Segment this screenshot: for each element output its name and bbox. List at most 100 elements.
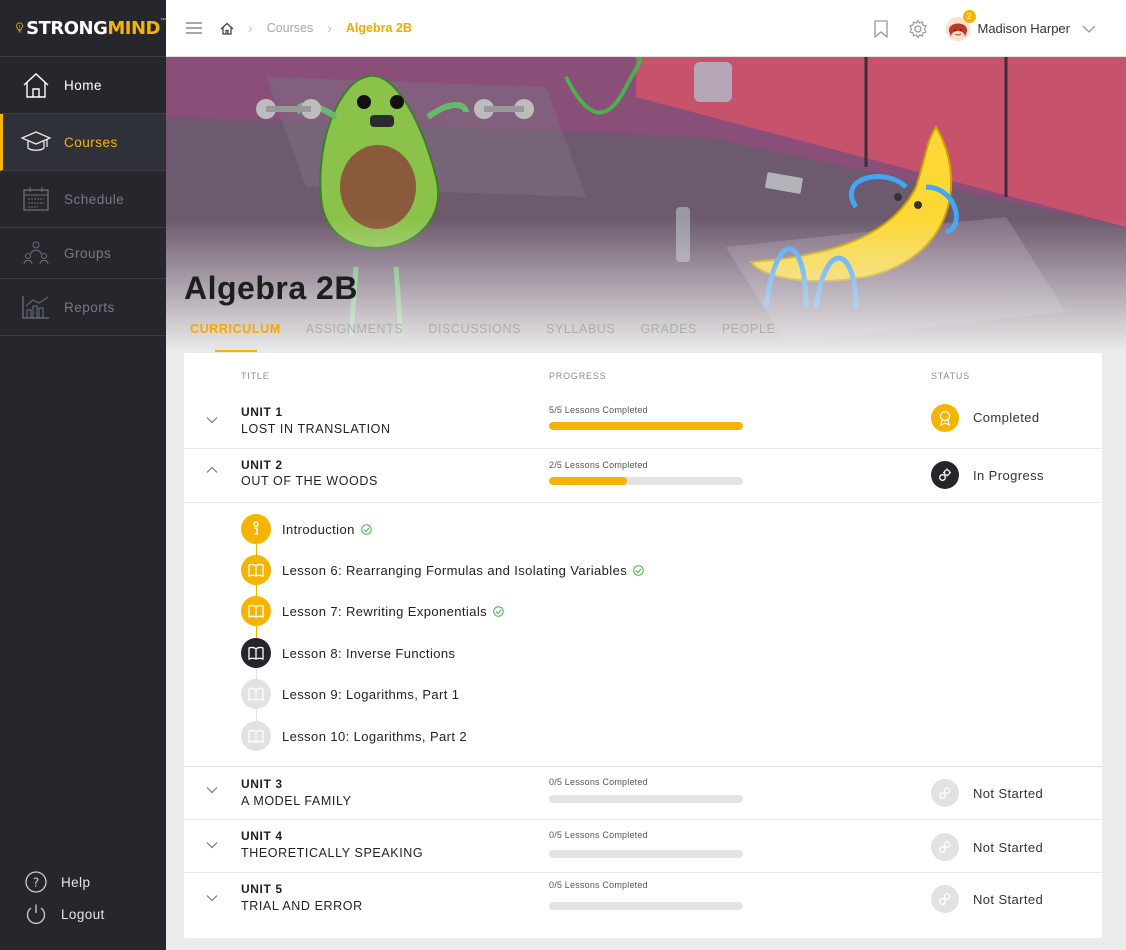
unit-status: Not Started: [973, 840, 1044, 855]
unit-progress-text: 2/5 Lessons Completed: [549, 460, 648, 470]
bookmark-icon[interactable]: [873, 19, 888, 38]
gear-icon[interactable]: [908, 18, 928, 39]
chevron-right-icon: ›: [327, 20, 332, 36]
help-link[interactable]: ? Help: [0, 866, 166, 898]
unit-progress-bar: [549, 850, 743, 858]
unit-name: A MODEL FAMILY: [241, 794, 352, 808]
lesson-item[interactable]: Lesson 7: Rewriting Exponentials: [241, 596, 504, 626]
chevron-down-icon[interactable]: [205, 838, 219, 852]
sidebar-item-groups[interactable]: Groups: [0, 228, 166, 279]
unit-progress-bar: [549, 902, 743, 910]
home-icon: [20, 70, 52, 100]
sidebar-item-label: Groups: [64, 245, 112, 261]
sidebar-item-label: Courses: [64, 134, 118, 150]
help-icon: ?: [25, 871, 47, 893]
gears-icon: [931, 779, 959, 807]
unit-status: In Progress: [973, 468, 1044, 483]
lesson-title: Lesson 7: Rewriting Exponentials: [282, 603, 488, 619]
unit-progress-bar: [549, 477, 743, 485]
book-icon: [241, 721, 271, 751]
chevron-right-icon: ›: [248, 20, 253, 36]
avatar[interactable]: 2: [945, 9, 976, 41]
unit-progress-text: 0/5 Lessons Completed: [549, 880, 648, 890]
unit-status: Not Started: [973, 786, 1044, 801]
strongmind-logo[interactable]: STRONGMIND ™: [0, 0, 166, 57]
tab-syllabus[interactable]: SYLLABUS: [546, 322, 615, 352]
lesson-title: Lesson 8: Inverse Functions: [282, 645, 456, 661]
unit-row-3[interactable]: UNIT 3 A MODEL FAMILY 0/5 Lessons Comple…: [184, 766, 1102, 820]
check-circle-icon: [360, 523, 372, 535]
lesson-item[interactable]: Lesson 6: Rearranging Formulas and Isola…: [241, 555, 644, 585]
sidebar: STRONGMIND ™ Home Courses Schedule Group…: [0, 0, 166, 950]
sidebar-item-label: Schedule: [64, 191, 125, 207]
award-ribbon-icon: [931, 404, 959, 432]
lesson-item-current[interactable]: Lesson 8: Inverse Functions: [241, 638, 455, 668]
calendar-icon: [20, 184, 52, 214]
unit-row-2[interactable]: UNIT 2 OUT OF THE WOODS 2/5 Lessons Comp…: [184, 449, 1102, 503]
course-tabs: CURRICULUM ASSIGNMENTS DISCUSSIONS SYLLA…: [190, 322, 800, 352]
lesson-item-locked[interactable]: Lesson 9: Logarithms, Part 1: [241, 679, 459, 709]
logout-link[interactable]: Logout: [0, 898, 166, 930]
info-icon: [241, 514, 271, 544]
course-hero-illustration: [166, 57, 1126, 352]
chevron-down-icon[interactable]: [1082, 25, 1096, 33]
unit-2-lessons: Introduction Lesson 6: Rearranging Formu…: [184, 503, 1102, 766]
unit-row-5[interactable]: UNIT 5 TRIAL AND ERROR 0/5 Lessons Compl…: [184, 873, 1102, 928]
sidebar-item-label: Home: [64, 77, 103, 93]
lesson-title: Lesson 9: Logarithms, Part 1: [282, 686, 460, 702]
column-header-title: TITLE: [241, 371, 270, 381]
graduation-cap-icon: [20, 127, 52, 157]
unit-progress-bar: [549, 422, 743, 430]
book-icon: [241, 555, 271, 585]
unit-number: UNIT 3: [241, 777, 283, 791]
tab-discussions[interactable]: DISCUSSIONS: [428, 322, 521, 352]
unit-progress-bar: [549, 795, 743, 803]
unit-number: UNIT 5: [241, 882, 283, 896]
chevron-down-icon[interactable]: [205, 891, 219, 905]
page-title: Algebra 2B: [184, 270, 358, 306]
lesson-item[interactable]: Introduction: [241, 514, 372, 544]
unit-name: LOST IN TRANSLATION: [241, 422, 391, 436]
tab-assignments[interactable]: ASSIGNMENTS: [306, 322, 404, 352]
unit-row-1[interactable]: UNIT 1 LOST IN TRANSLATION 5/5 Lessons C…: [184, 395, 1102, 449]
help-label: Help: [61, 874, 91, 890]
lesson-title: Introduction: [282, 521, 355, 537]
groups-icon: [20, 238, 52, 268]
tab-people[interactable]: PEOPLE: [722, 322, 776, 352]
reports-icon: [20, 292, 52, 322]
user-name[interactable]: Madison Harper: [978, 21, 1071, 36]
unit-progress-text: 5/5 Lessons Completed: [549, 405, 648, 415]
column-header-progress: PROGRESS: [549, 371, 607, 381]
tab-curriculum[interactable]: CURRICULUM: [190, 322, 281, 352]
unit-number: UNIT 1: [241, 405, 283, 419]
chevron-down-icon[interactable]: [205, 783, 219, 797]
sidebar-item-reports[interactable]: Reports: [0, 279, 166, 336]
lesson-title: Lesson 6: Rearranging Formulas and Isola…: [282, 562, 628, 578]
unit-row-4[interactable]: UNIT 4 THEORETICALLY SPEAKING 0/5 Lesson…: [184, 820, 1102, 873]
lesson-item-locked[interactable]: Lesson 10: Logarithms, Part 2: [241, 721, 467, 751]
chevron-up-icon[interactable]: [205, 463, 219, 477]
logo-text: STRONGMIND: [26, 17, 160, 39]
hamburger-menu-icon[interactable]: [186, 22, 202, 34]
gears-icon: [931, 833, 959, 861]
sidebar-item-home[interactable]: Home: [0, 57, 166, 114]
notification-badge: 2: [962, 9, 976, 23]
unit-number: UNIT 2: [241, 458, 283, 472]
check-circle-icon: [493, 605, 504, 617]
chevron-down-icon[interactable]: [205, 413, 219, 427]
power-icon: [26, 904, 46, 925]
sidebar-item-schedule[interactable]: Schedule: [0, 171, 166, 228]
progress-fill: [549, 477, 627, 485]
gears-icon: [931, 461, 959, 489]
breadcrumb-courses[interactable]: Courses: [267, 21, 314, 35]
home-breadcrumb-icon[interactable]: [220, 22, 234, 35]
progress-fill: [549, 422, 743, 430]
topbar: › Courses › Algebra 2B 2 Madison Harper: [166, 0, 1126, 57]
sidebar-footer: ? Help Logout: [0, 866, 166, 930]
unit-number: UNIT 4: [241, 829, 283, 843]
topbar-actions: 2 Madison Harper: [873, 0, 1097, 57]
logout-label: Logout: [61, 906, 105, 922]
column-header-status: STATUS: [931, 371, 970, 381]
tab-grades[interactable]: GRADES: [640, 322, 696, 352]
sidebar-item-courses[interactable]: Courses: [0, 114, 166, 171]
